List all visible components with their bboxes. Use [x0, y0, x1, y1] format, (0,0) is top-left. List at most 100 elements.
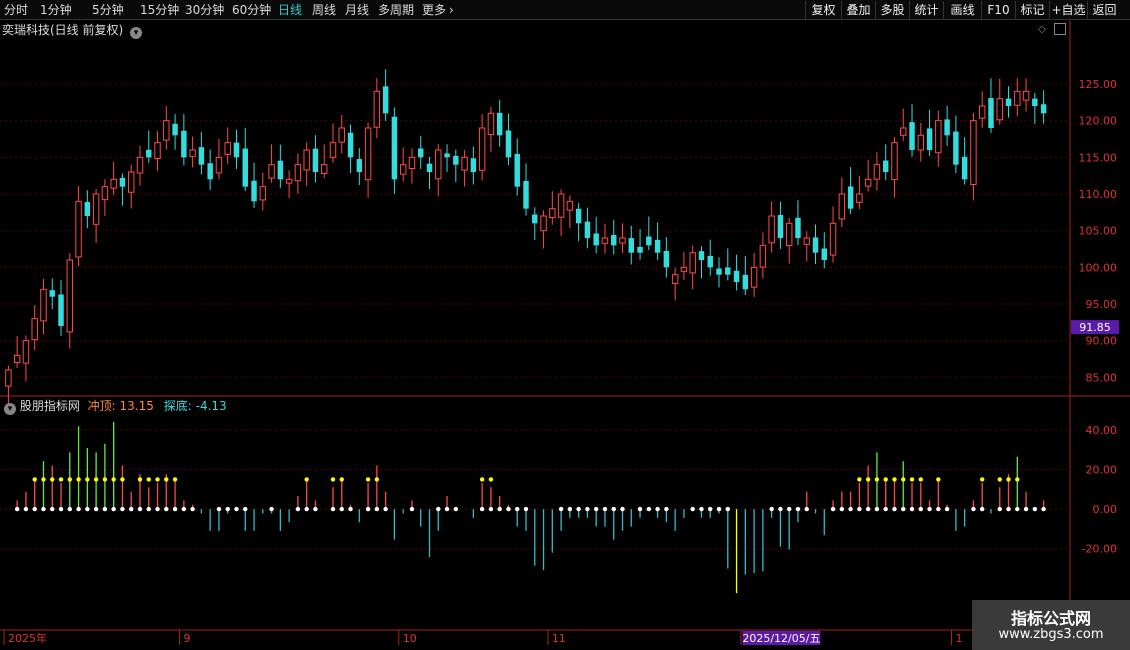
candle-body-up — [680, 266, 688, 272]
candle-body-up — [154, 142, 161, 159]
zero-line-dot — [1032, 506, 1038, 512]
zero-line-dot — [857, 506, 862, 512]
candle-body-down — [654, 239, 661, 253]
month-label: 9 — [183, 632, 190, 645]
zero-line-dot — [50, 506, 55, 512]
candle-body-down — [926, 128, 933, 150]
zero-line-dot — [883, 506, 888, 512]
candle-body-up — [549, 208, 556, 218]
price-tick-label: 105.00 — [1079, 225, 1118, 238]
window-toggle-icon[interactable] — [1054, 23, 1066, 35]
top-signal-dot — [164, 477, 169, 482]
zero-line-dot — [611, 506, 616, 512]
zero-line-dot — [111, 506, 116, 512]
zero-line-dot — [892, 506, 897, 512]
candle-body-down — [777, 215, 784, 238]
zero-line-dot — [997, 506, 1002, 512]
candle-body-down — [251, 180, 257, 202]
top-signal-dot — [918, 477, 923, 482]
candle-body-down — [470, 158, 477, 172]
candle-body-down — [628, 238, 634, 253]
candle-body-down — [584, 221, 591, 238]
zero-line-dot — [76, 506, 81, 512]
stock-title[interactable]: 奕瑞科技(日线 前复权) ▾ — [2, 22, 143, 39]
candle-body-up — [891, 142, 898, 181]
candle-body-up — [900, 127, 907, 136]
zero-line-dot — [874, 506, 880, 512]
zero-line-dot — [164, 506, 169, 512]
indicator-dropdown-icon[interactable]: ▾ — [4, 403, 16, 415]
candle-body-up — [750, 266, 758, 288]
indicator-value-top: 13.15 — [119, 399, 154, 413]
top-signal-dot — [857, 477, 862, 482]
diamond-toggle-icon[interactable]: ◇ — [1038, 24, 1046, 36]
candle-body-up — [689, 252, 696, 274]
zero-line-dot — [339, 506, 344, 512]
zero-line-dot — [102, 506, 108, 512]
candle-body-up — [224, 142, 231, 155]
top-signal-dot — [58, 477, 64, 482]
zero-line-dot — [778, 506, 783, 512]
zero-line-dot — [567, 506, 573, 512]
top-signal-dot — [865, 477, 871, 482]
zero-line-dot — [436, 506, 441, 512]
candle-body-down — [1032, 98, 1038, 106]
zero-line-dot — [120, 506, 125, 512]
indicator-value-bottom: -4.13 — [195, 399, 227, 413]
candle-body-up — [619, 237, 626, 244]
candle-body-down — [49, 290, 55, 297]
zero-line-dot — [1015, 506, 1020, 512]
candle-body-up — [303, 149, 310, 171]
top-signal-dot — [32, 477, 37, 482]
top-signal-dot — [120, 477, 125, 482]
zero-line-dot — [234, 506, 239, 512]
candle-body-up — [838, 193, 846, 220]
candle-body-up — [759, 244, 767, 268]
candle-body-down — [58, 294, 64, 326]
top-signal-dot — [980, 477, 985, 482]
candle-body-down — [312, 148, 319, 172]
month-label: 10 — [403, 632, 417, 645]
indicator-tick-label: -20.00 — [1082, 543, 1117, 556]
candle-body-up — [259, 186, 267, 201]
candle-body-up — [399, 164, 407, 175]
watermark-line2: www.zbgs3.com — [998, 627, 1104, 642]
candle-body-up — [873, 164, 881, 180]
candle-body-down — [181, 130, 187, 158]
top-signal-dot — [102, 477, 108, 482]
zero-line-dot — [374, 506, 380, 512]
top-signal-dot — [936, 477, 941, 482]
candle-body-down — [795, 217, 801, 238]
zero-line-dot — [848, 506, 853, 512]
indicator-title: ▾ 股朋指标网 冲顶: 13.15 探底: -4.13 — [4, 399, 227, 415]
zero-line-dot — [409, 506, 415, 512]
price-tick-label: 110.00 — [1079, 188, 1118, 201]
candle-body-up — [294, 164, 302, 182]
zero-line-dot — [225, 506, 230, 512]
kline-chart[interactable]: 125.00120.00115.00110.00105.00100.0095.0… — [0, 0, 1130, 650]
indicator-tick-label: 40.00 — [1086, 424, 1118, 437]
candle-body-up — [320, 164, 328, 174]
zero-line-dot — [558, 506, 564, 512]
top-signal-dot — [172, 477, 178, 482]
zero-line-dot — [488, 506, 494, 512]
zero-line-dot — [444, 506, 450, 512]
candle-body-up — [373, 90, 381, 128]
zero-line-dot — [637, 506, 643, 512]
title-dropdown-icon[interactable]: ▾ — [130, 27, 143, 39]
top-signal-dot — [374, 477, 380, 482]
candle-body-down — [716, 268, 722, 275]
candle-body-up — [566, 200, 574, 211]
candle-body-up — [101, 186, 109, 201]
candle-body-up — [935, 120, 942, 154]
candle-body-up — [785, 222, 793, 247]
candle-body-down — [847, 186, 854, 209]
candle-body-down — [496, 112, 503, 136]
zero-line-dot — [58, 506, 64, 512]
top-signal-dot — [479, 477, 485, 482]
candle-body-up — [768, 215, 775, 244]
zero-line-dot — [865, 506, 871, 512]
candle-body-down — [663, 250, 670, 268]
zero-line-dot — [708, 506, 713, 512]
candle-body-down — [944, 119, 950, 136]
